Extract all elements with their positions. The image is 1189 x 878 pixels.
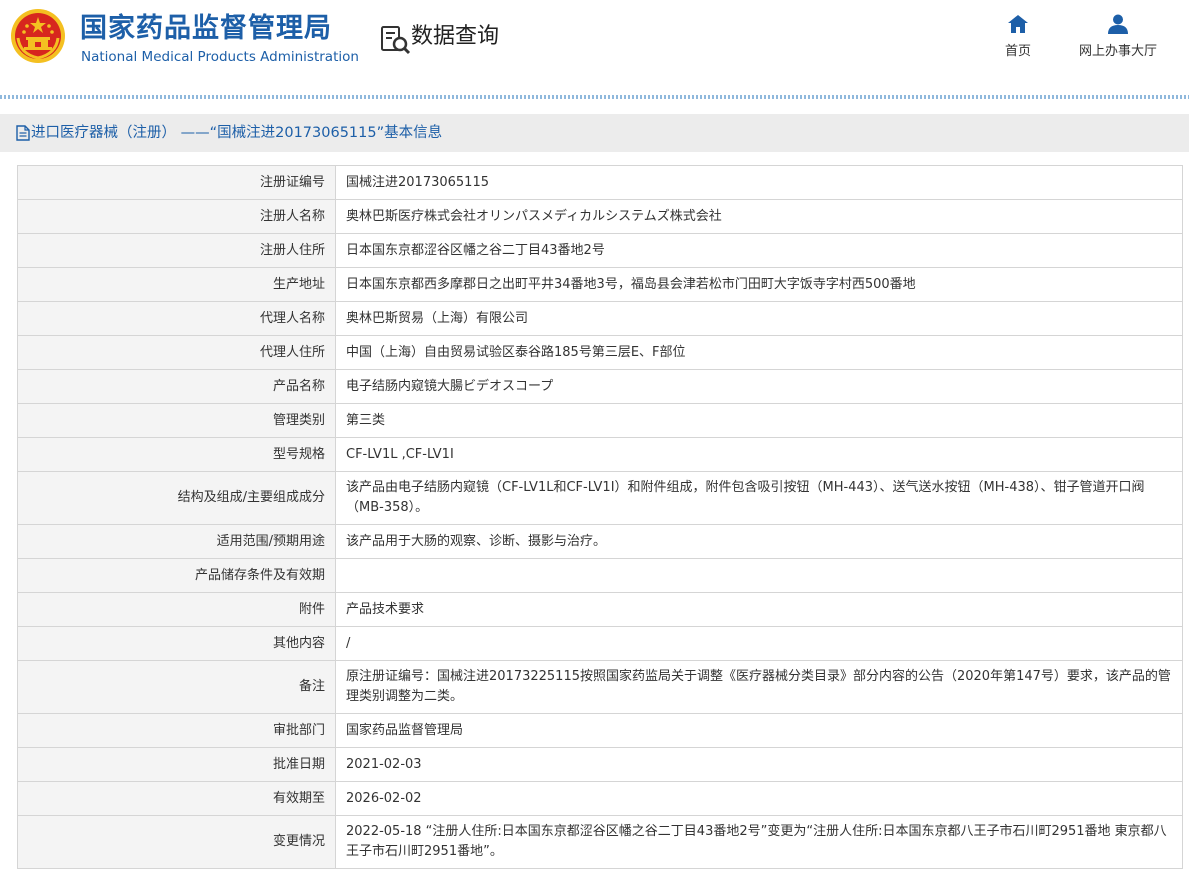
field-value: 该产品用于大肠的观察、诊断、摄影与治疗。: [335, 524, 1183, 559]
field-value: 第三类: [335, 403, 1183, 438]
field-value: 日本国东京都西多摩郡日之出町平井34番地3号，福岛县会津若松市门田町大字饭寺字村…: [335, 267, 1183, 302]
table-row: 适用范围/预期用途 该产品用于大肠的观察、诊断、摄影与治疗。: [17, 524, 1183, 559]
user-icon: [1108, 14, 1128, 34]
field-label: 附件: [17, 592, 336, 627]
search-document-icon: [381, 26, 411, 55]
table-row: 产品储存条件及有效期: [17, 558, 1183, 593]
page-title: 进口医疗器械（注册） ——“国械注进20173065115”基本信息: [31, 125, 443, 141]
field-label: 产品名称: [17, 369, 336, 404]
header-divider: [0, 95, 1189, 99]
nav-home-label: 首页: [1004, 44, 1031, 59]
field-label: 管理类别: [17, 403, 336, 438]
field-value: 日本国东京都涩谷区幡之谷二丁目43番地2号: [335, 233, 1183, 268]
table-row: 批准日期 2021-02-03: [17, 747, 1183, 782]
table-row: 变更情况 2022-05-18 “注册人住所:日本国东京都涩谷区幡之谷二丁目43番…: [17, 815, 1183, 869]
table-row: 附件 产品技术要求: [17, 592, 1183, 627]
field-value: 电子结肠内窥镜大腸ビデオスコープ: [335, 369, 1183, 404]
field-value: 奥林巴斯医疗株式会社オリンパスメディカルシステムズ株式会社: [335, 199, 1183, 234]
field-value: CF-LV1L ,CF-LV1I: [335, 437, 1183, 472]
nav-online-service-hall[interactable]: 网上办事大厅: [1068, 14, 1168, 59]
field-value: 2022-05-18 “注册人住所:日本国东京都涩谷区幡之谷二丁目43番地2号”…: [335, 815, 1183, 869]
table-row: 其他内容 /: [17, 626, 1183, 661]
table-row: 生产地址 日本国东京都西多摩郡日之出町平井34番地3号，福岛县会津若松市门田町大字…: [17, 267, 1183, 302]
field-label: 审批部门: [17, 713, 336, 748]
field-label: 批准日期: [17, 747, 336, 782]
table-row: 代理人名称 奥林巴斯贸易（上海）有限公司: [17, 301, 1183, 336]
field-value: 2021-02-03: [335, 747, 1183, 782]
national-emblem-icon: [11, 9, 65, 63]
table-row: 有效期至 2026-02-02: [17, 781, 1183, 816]
field-label: 注册人名称: [17, 199, 336, 234]
field-label: 注册人住所: [17, 233, 336, 268]
field-label: 生产地址: [17, 267, 336, 302]
field-label: 变更情况: [17, 815, 336, 869]
home-icon: [1008, 15, 1028, 33]
org-name-cn: 国家药品监督管理局: [80, 13, 332, 44]
field-value: 该产品由电子结肠内窥镜（CF-LV1L和CF-LV1I）和附件组成，附件包含吸引…: [335, 471, 1183, 525]
table-row: 审批部门 国家药品监督管理局: [17, 713, 1183, 748]
field-label: 型号规格: [17, 437, 336, 472]
field-value: /: [335, 626, 1183, 661]
field-label: 适用范围/预期用途: [17, 524, 336, 559]
field-label: 结构及组成/主要组成成分: [17, 471, 336, 525]
table-row: 备注 原注册证编号：国械注进20173225115按照国家药监局关于调整《医疗器械…: [17, 660, 1183, 714]
table-row: 代理人住所 中国（上海）自由贸易试验区泰谷路185号第三层E、F部位: [17, 335, 1183, 370]
site-header: 国家药品监督管理局 National Medical Products Admi…: [0, 0, 1189, 95]
nav-home[interactable]: 首页: [996, 14, 1040, 59]
field-value: 国家药品监督管理局: [335, 713, 1183, 748]
table-row: 注册人名称 奥林巴斯医疗株式会社オリンパスメディカルシステムズ株式会社: [17, 199, 1183, 234]
table-row: 结构及组成/主要组成成分 该产品由电子结肠内窥镜（CF-LV1L和CF-LV1I）…: [17, 471, 1183, 525]
org-name-en: National Medical Products Administration: [81, 49, 359, 65]
table-row: 产品名称 电子结肠内窥镜大腸ビデオスコープ: [17, 369, 1183, 404]
field-label: 其他内容: [17, 626, 336, 661]
field-label: 代理人名称: [17, 301, 336, 336]
field-value: 2026-02-02: [335, 781, 1183, 816]
field-value: [335, 558, 1183, 593]
document-icon: [16, 125, 30, 141]
page-title-bar: 进口医疗器械（注册） ——“国械注进20173065115”基本信息: [0, 114, 1189, 152]
data-query-label: 数据查询: [411, 24, 500, 49]
field-value: 国械注进20173065115: [335, 165, 1183, 200]
field-label: 备注: [17, 660, 336, 714]
field-label: 有效期至: [17, 781, 336, 816]
field-value: 中国（上海）自由贸易试验区泰谷路185号第三层E、F部位: [335, 335, 1183, 370]
field-label: 注册证编号: [17, 165, 336, 200]
table-row: 型号规格 CF-LV1L ,CF-LV1I: [17, 437, 1183, 472]
field-label: 产品储存条件及有效期: [17, 558, 336, 593]
nav-online-service-hall-label: 网上办事大厅: [1078, 44, 1157, 59]
table-row: 管理类别 第三类: [17, 403, 1183, 438]
table-row: 注册人住所 日本国东京都涩谷区幡之谷二丁目43番地2号: [17, 233, 1183, 268]
registration-info-table: 注册证编号 国械注进20173065115 注册人名称 奥林巴斯医疗株式会社オリンパス…: [17, 165, 1183, 869]
field-value: 产品技术要求: [335, 592, 1183, 627]
table-row: 注册证编号 国械注进20173065115: [17, 165, 1183, 200]
field-label: 代理人住所: [17, 335, 336, 370]
field-value: 原注册证编号：国械注进20173225115按照国家药监局关于调整《医疗器械分类…: [335, 660, 1183, 714]
field-value: 奥林巴斯贸易（上海）有限公司: [335, 301, 1183, 336]
